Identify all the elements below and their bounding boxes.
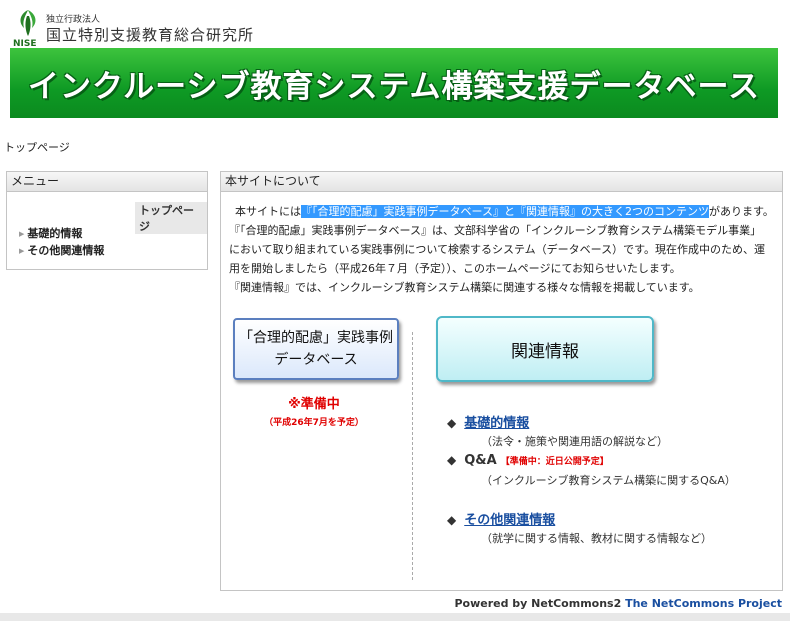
nise-logo-icon: NISE	[13, 10, 37, 48]
menu-item-label: 基礎的情報	[27, 227, 83, 240]
info-row-other: ◆ その他関連情報	[447, 509, 555, 528]
database-button-line-2: データベース	[274, 352, 358, 368]
menu-panel: メニュー トップページ ▶ 基礎的情報 ▶ その他関連情報	[6, 171, 208, 270]
powered-by: Powered by NetCommons2 The NetCommons Pr…	[454, 597, 782, 610]
about-line-2: 『「合理的配慮」実践事例データベース』は、文部科学省の「インクルーシブ教育システ…	[229, 224, 762, 237]
qa-label: Q&A	[464, 453, 497, 468]
about-line-4: 用を開始しましたら（平成26年７月（予定））、このホームページにてお知らせいたし…	[229, 262, 681, 275]
info-desc-basic: （法令・施策や関連用語の解説など）	[481, 435, 668, 448]
org-name: 国立特別支援教育総合研究所	[46, 26, 255, 44]
selected-text: 『「合理的配慮」実践事例データベース』と『関連情報』の大きく2つのコンテンツ	[301, 205, 709, 218]
database-status-date: （平成26年7月を予定）	[264, 418, 364, 428]
related-info-button[interactable]: 関連情報	[436, 316, 654, 382]
about-panel: 本サイトについて 本サイトには『「合理的配慮」実践事例データベース』と『関連情報…	[220, 171, 783, 591]
qa-status-note: 【準備中：近日公開予定】	[500, 457, 609, 467]
diamond-bullet-icon: ◆	[447, 513, 457, 527]
info-row-basic: ◆ 基礎的情報	[447, 412, 529, 431]
netcommons-project-link[interactable]: The NetCommons Project	[625, 597, 782, 610]
powered-by-prefix: Powered by NetCommons2	[454, 597, 626, 610]
menu-item-label: その他関連情報	[27, 244, 105, 257]
about-line-1-suffix: があります。	[708, 205, 774, 218]
site-banner: インクルーシブ教育システム構築支援データベース	[10, 48, 778, 118]
about-text: 本サイトには『「合理的配慮」実践事例データベース』と『関連情報』の大きく2つのコ…	[221, 202, 782, 297]
menu-title: メニュー	[7, 172, 207, 192]
about-line-3: において取り組まれている実践事例について検索するシステム（データベース）です。現…	[229, 243, 766, 256]
info-desc-other: （就学に関する情報、教材に関する情報など）	[481, 532, 712, 545]
menu-item-basic-info[interactable]: ▶ 基礎的情報	[19, 225, 82, 241]
breadcrumb: トップページ	[4, 141, 70, 154]
database-status: ※準備中	[288, 397, 340, 412]
menu-item-other-info[interactable]: ▶ その他関連情報	[19, 242, 104, 258]
about-line-5: 『関連情報』では、インクルーシブ教育システム構築に関連する様々な情報を掲載してい…	[229, 281, 700, 294]
menu-item-top-page[interactable]: トップページ	[135, 202, 207, 234]
diamond-bullet-icon: ◆	[447, 416, 457, 430]
about-title: 本サイトについて	[221, 172, 782, 192]
arrow-right-icon: ▶	[19, 247, 25, 255]
banner-title: インクルーシブ教育システム構築支援データベース	[28, 68, 760, 105]
about-line-1-prefix: 本サイトには	[235, 205, 301, 218]
info-desc-qa: （インクルーシブ教育システム構築に関するQ&A）	[481, 474, 736, 487]
basic-info-link[interactable]: 基礎的情報	[464, 416, 529, 431]
bottom-bar	[0, 613, 790, 621]
diamond-bullet-icon: ◆	[447, 453, 457, 467]
arrow-right-icon: ▶	[19, 230, 25, 238]
column-divider	[412, 332, 413, 580]
related-info-button-label: 関連情報	[511, 341, 579, 362]
site-logo[interactable]: NISE 独立行政法人 国立特別支援教育総合研究所	[10, 6, 260, 48]
logo-text: NISE	[13, 39, 37, 48]
database-button-line-1: 「合理的配慮」実践事例	[239, 330, 393, 346]
database-button[interactable]: 「合理的配慮」実践事例 データベース	[233, 318, 399, 380]
other-info-link[interactable]: その他関連情報	[464, 513, 555, 528]
info-row-qa: ◆ Q&A 【準備中：近日公開予定】	[447, 453, 609, 468]
